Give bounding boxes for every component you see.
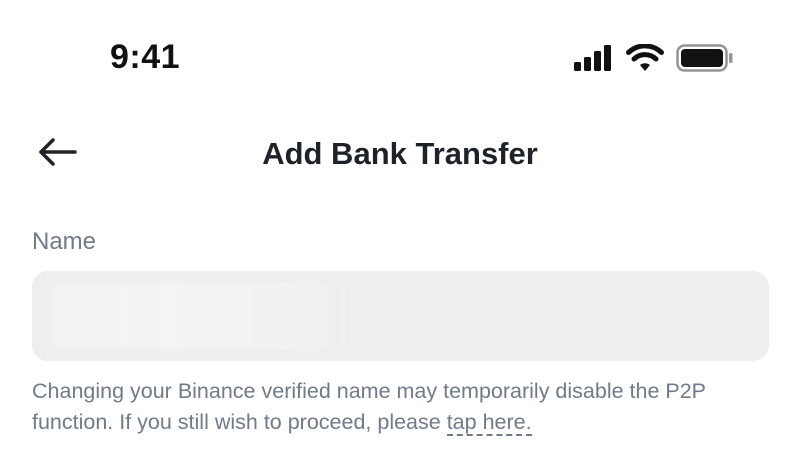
nav-bar: Add Bank Transfer — [0, 120, 800, 190]
status-icons — [574, 44, 734, 72]
cellular-signal-icon — [574, 45, 614, 71]
wifi-icon — [626, 44, 664, 72]
helper-text-body: Changing your Binance verified name may … — [32, 379, 706, 434]
name-input[interactable] — [32, 271, 769, 361]
status-time: 9:41 — [110, 38, 181, 76]
status-bar: 9:41 — [0, 0, 800, 110]
page-title: Add Bank Transfer — [262, 136, 538, 171]
battery-icon — [676, 44, 734, 72]
helper-text: Changing your Binance verified name may … — [32, 376, 772, 438]
tap-here-link[interactable]: tap here. — [446, 410, 532, 436]
name-label: Name — [32, 228, 97, 255]
name-value-redacted — [52, 283, 346, 349]
